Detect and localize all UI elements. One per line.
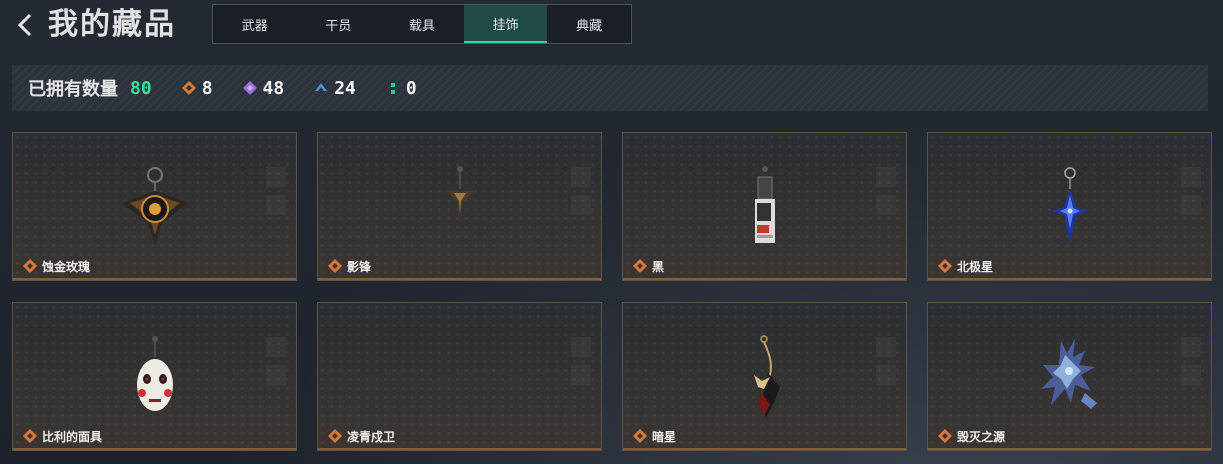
card-deco-squares <box>1181 337 1201 385</box>
ownership-stats-bar: 已拥有数量 80 8 48 24 0 <box>12 65 1208 111</box>
charm-card[interactable]: 凌青戍卫 <box>317 302 602 451</box>
orange-diamond-icon <box>938 259 952 273</box>
owned-count-total: 80 <box>130 77 152 99</box>
charm-name: 影锋 <box>347 259 372 274</box>
north-star-charm-image <box>1051 167 1088 243</box>
charm-card[interactable]: 暗星 <box>622 302 907 451</box>
card-deco-squares <box>876 337 896 385</box>
card-deco-squares <box>876 167 896 215</box>
card-deco-squares <box>571 337 591 385</box>
stat-orange: 8 <box>181 77 213 99</box>
charm-card[interactable]: 黑 <box>622 132 907 281</box>
charm-card[interactable]: 比利的面具 <box>12 302 297 451</box>
charm-name: 比利的面具 <box>42 429 103 444</box>
shadow-blade-charm-image <box>445 166 474 219</box>
charm-name: 黑 <box>652 259 665 274</box>
blue-chevron-icon <box>315 83 328 91</box>
billy-mask-charm-image <box>136 336 173 411</box>
tab-charms[interactable]: 挂饰 <box>463 5 548 43</box>
orange-diamond-icon <box>23 429 37 443</box>
page-title: 我的藏品 <box>48 7 176 42</box>
charm-name: 暗星 <box>652 429 677 444</box>
card-deco-squares <box>1181 167 1201 215</box>
stat-orange-value: 8 <box>201 77 213 99</box>
stat-purple: 48 <box>242 77 285 99</box>
tab-weapons[interactable]: 武器 <box>213 5 297 43</box>
card-name-bar: 毁灭之源 <box>928 422 1211 450</box>
orange-diamond-icon <box>328 259 342 273</box>
charm-name: 北极星 <box>957 259 994 274</box>
charm-card[interactable]: 蚀金玫瑰 <box>12 132 297 281</box>
card-deco-squares <box>266 167 286 215</box>
charm-card[interactable]: 北极星 <box>927 132 1212 281</box>
category-tabs: 武器 干员 载具 挂饰 典藏 <box>212 4 632 44</box>
source-of-ruin-charm-image <box>1040 339 1097 409</box>
orange-diamond-icon <box>633 429 647 443</box>
black-tag-charm-image <box>754 166 775 243</box>
orange-diamond-icon <box>938 429 952 443</box>
stat-purple-value: 48 <box>262 77 285 99</box>
orange-diamond-icon <box>633 259 647 273</box>
back-arrow-icon[interactable] <box>14 10 38 40</box>
tab-vehicles[interactable]: 载具 <box>380 5 464 43</box>
purple-diamond-icon <box>242 81 257 95</box>
green-dots-icon <box>390 83 395 94</box>
tab-collection[interactable]: 典藏 <box>547 5 631 43</box>
stat-green: 0 <box>386 78 417 99</box>
stat-blue-value: 24 <box>334 77 356 99</box>
charm-name: 毁灭之源 <box>957 429 1006 444</box>
orange-diamond-icon <box>328 429 342 443</box>
orange-diamond-icon <box>23 259 37 273</box>
charm-name: 凌青戍卫 <box>347 429 396 444</box>
card-name-bar: 影锋 <box>318 252 601 280</box>
stat-green-value: 0 <box>405 77 417 99</box>
card-name-bar: 凌青戍卫 <box>318 422 601 450</box>
card-name-bar: 暗星 <box>623 422 906 450</box>
charm-name: 蚀金玫瑰 <box>42 259 91 274</box>
card-deco-squares <box>571 167 591 215</box>
card-name-bar: 北极星 <box>928 252 1211 280</box>
tab-operators[interactable]: 干员 <box>297 5 381 43</box>
card-name-bar: 黑 <box>623 252 906 280</box>
owned-count-label: 已拥有数量 <box>28 79 118 100</box>
orange-diamond-icon <box>181 81 196 95</box>
card-name-bar: 比利的面具 <box>13 422 296 450</box>
dark-star-charm-image <box>753 335 780 417</box>
card-name-bar: 蚀金玫瑰 <box>13 252 296 280</box>
charm-card[interactable]: 影锋 <box>317 132 602 281</box>
stat-blue: 24 <box>314 78 356 99</box>
charm-card[interactable]: 毁灭之源 <box>927 302 1212 451</box>
rose-charm-image <box>121 167 188 245</box>
card-deco-squares <box>266 337 286 385</box>
